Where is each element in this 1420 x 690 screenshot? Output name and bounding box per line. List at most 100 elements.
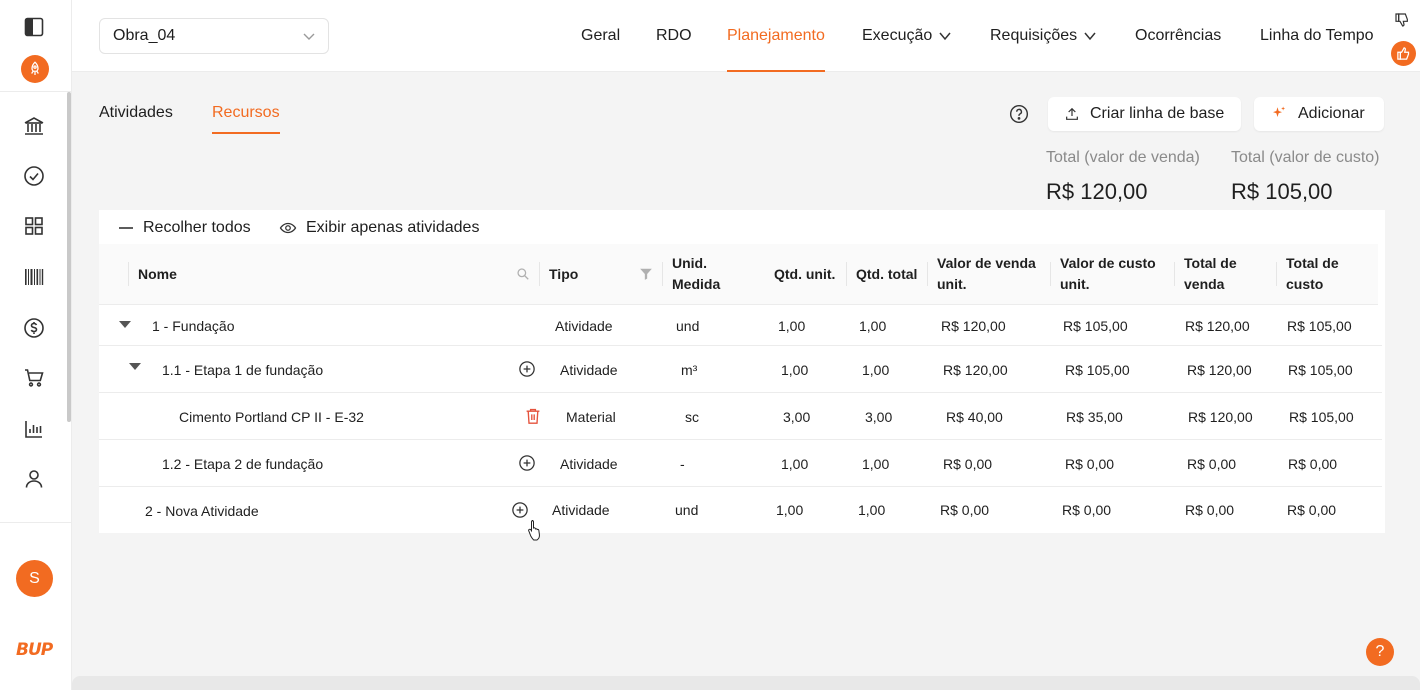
column-separator bbox=[1174, 262, 1175, 286]
barcode-icon[interactable] bbox=[20, 263, 48, 291]
nav-ocorrencias[interactable]: Ocorrências bbox=[1135, 0, 1221, 72]
col-header-qty-unit[interactable]: Qtd. unit. bbox=[774, 264, 835, 285]
thumbs-up-icon[interactable] bbox=[1391, 41, 1416, 66]
add-circle-icon[interactable] bbox=[518, 454, 536, 477]
table-header: Nome Tipo Unid. Medida Qtd. unit. Qtd. to… bbox=[99, 244, 1382, 305]
cell-sale-unit: R$ 0,00 bbox=[940, 502, 990, 518]
dollar-icon[interactable] bbox=[20, 314, 48, 342]
project-select[interactable]: Obra_04 bbox=[99, 18, 329, 54]
total-sale-value: R$ 120,00 bbox=[1046, 179, 1148, 204]
cell-unit: sc bbox=[685, 409, 699, 425]
cell-name: 1.2 - Etapa 2 de fundação bbox=[162, 456, 324, 472]
rocket-icon[interactable] bbox=[21, 55, 49, 83]
column-separator bbox=[539, 262, 540, 286]
active-nav-indicator bbox=[727, 70, 825, 72]
col-header-name[interactable]: Nome bbox=[138, 264, 177, 285]
table-row[interactable]: 1 - Fundação Atividade und 1,00 1,00 R$ … bbox=[99, 305, 1382, 346]
header-line: Unid. bbox=[672, 255, 707, 271]
table-row[interactable]: 1.1 - Etapa 1 de fundação Atividade m³ 1… bbox=[99, 346, 1382, 393]
total-cost-label: Total (valor de custo) bbox=[1231, 149, 1380, 166]
header-line: Valor de custo bbox=[1060, 255, 1156, 271]
table-row[interactable]: 2 - Nova Atividade Atividade und 1,00 1,… bbox=[99, 487, 1382, 533]
help-circle-icon[interactable] bbox=[1009, 104, 1029, 129]
sidebar-divider bbox=[0, 91, 72, 92]
nav-geral[interactable]: Geral bbox=[581, 0, 620, 72]
header-line: Total de bbox=[1184, 255, 1237, 271]
cell-qty-unit: 1,00 bbox=[778, 318, 806, 334]
sidebar-scrollbar[interactable] bbox=[67, 92, 71, 422]
col-header-cost-unit[interactable]: Valor de custo unit. bbox=[1060, 253, 1156, 295]
add-button[interactable]: Adicionar bbox=[1254, 97, 1384, 131]
nav-label: Linha do Tempo bbox=[1260, 27, 1374, 44]
expand-caret-icon[interactable] bbox=[119, 321, 131, 328]
nav-execucao[interactable]: Execução bbox=[862, 0, 952, 72]
show-only-activities-button[interactable]: Exibir apenas atividades bbox=[279, 219, 479, 237]
bar-chart-icon[interactable] bbox=[20, 415, 48, 443]
column-separator bbox=[846, 262, 847, 286]
grid-icon[interactable] bbox=[20, 212, 48, 240]
header-line: venda bbox=[1184, 276, 1225, 292]
help-fab-button[interactable]: ? bbox=[1366, 638, 1394, 666]
tab-label: Atividades bbox=[99, 104, 173, 121]
header-line: unit. bbox=[1060, 276, 1090, 292]
check-circle-icon[interactable] bbox=[20, 162, 48, 190]
cell-qty-unit: 3,00 bbox=[783, 409, 811, 425]
header-line: Valor de venda bbox=[937, 255, 1036, 271]
nav-label: Geral bbox=[581, 27, 621, 44]
nav-label: Requisições bbox=[990, 27, 1078, 44]
minus-icon bbox=[119, 227, 133, 229]
cell-qty-total: 1,00 bbox=[862, 362, 890, 378]
nav-label: RDO bbox=[656, 27, 692, 44]
table-row[interactable]: 1.2 - Etapa 2 de fundação Atividade - 1,… bbox=[99, 440, 1382, 487]
create-baseline-button[interactable]: Criar linha de base bbox=[1048, 97, 1241, 131]
add-circle-icon[interactable] bbox=[518, 360, 536, 383]
column-separator bbox=[1050, 262, 1051, 286]
chevron-down-icon bbox=[1084, 32, 1096, 41]
cell-total-sale: R$ 120,00 bbox=[1188, 409, 1253, 425]
expand-caret-icon[interactable] bbox=[129, 363, 141, 370]
table-row[interactable]: Cimento Portland CP II - E-32 Material s… bbox=[99, 393, 1382, 440]
search-icon[interactable] bbox=[516, 267, 530, 286]
nav-requisicoes[interactable]: Requisições bbox=[990, 0, 1097, 72]
button-label: Adicionar bbox=[1298, 105, 1365, 122]
bottom-scroll-region bbox=[72, 676, 1420, 690]
button-label: Criar linha de base bbox=[1090, 105, 1225, 122]
toolbar-label: Recolher todos bbox=[143, 219, 251, 236]
nav-planejamento[interactable]: Planejamento bbox=[727, 0, 825, 72]
cell-unit: und bbox=[675, 502, 699, 518]
cell-qty-total: 1,00 bbox=[858, 502, 886, 518]
upload-icon bbox=[1066, 107, 1078, 120]
header-scroll-gutter bbox=[1378, 244, 1382, 305]
cell-qty-unit: 1,00 bbox=[781, 456, 809, 472]
cell-sale-unit: R$ 120,00 bbox=[941, 318, 1006, 334]
tab-atividades[interactable]: Atividades bbox=[99, 104, 173, 134]
col-header-qty-total[interactable]: Qtd. total bbox=[856, 264, 917, 285]
col-header-total-cost[interactable]: Total de custo bbox=[1286, 253, 1339, 295]
trash-icon[interactable] bbox=[525, 407, 541, 430]
tab-recursos[interactable]: Recursos bbox=[212, 104, 280, 134]
collapse-all-button[interactable]: Recolher todos bbox=[118, 219, 251, 237]
cell-cost-unit: R$ 105,00 bbox=[1063, 318, 1128, 334]
cell-qty-total: 1,00 bbox=[859, 318, 887, 334]
avatar[interactable]: S bbox=[16, 560, 53, 597]
cell-unit: - bbox=[680, 456, 685, 472]
cart-icon[interactable] bbox=[20, 364, 48, 392]
cell-total-sale: R$ 120,00 bbox=[1187, 362, 1252, 378]
user-icon[interactable] bbox=[20, 465, 48, 493]
filter-icon[interactable] bbox=[639, 267, 653, 286]
nav-rdo[interactable]: RDO bbox=[656, 0, 692, 72]
panel-toggle-icon[interactable] bbox=[20, 13, 48, 41]
cell-sale-unit: R$ 0,00 bbox=[943, 456, 993, 472]
cell-type: Atividade bbox=[560, 362, 618, 378]
bank-icon[interactable] bbox=[20, 112, 48, 140]
nav-label: Ocorrências bbox=[1135, 27, 1222, 44]
col-header-type[interactable]: Tipo bbox=[549, 264, 578, 285]
thumbs-down-icon[interactable] bbox=[1394, 12, 1410, 33]
col-header-unit[interactable]: Unid. Medida bbox=[672, 253, 720, 295]
col-header-total-sale[interactable]: Total de venda bbox=[1184, 253, 1237, 295]
cell-total-sale: R$ 0,00 bbox=[1187, 456, 1237, 472]
cell-name: 1 - Fundação bbox=[152, 318, 235, 334]
nav-linha-do-tempo[interactable]: Linha do Tempo bbox=[1260, 0, 1374, 72]
active-tab-indicator bbox=[212, 132, 280, 134]
col-header-sale-unit[interactable]: Valor de venda unit. bbox=[937, 253, 1036, 295]
